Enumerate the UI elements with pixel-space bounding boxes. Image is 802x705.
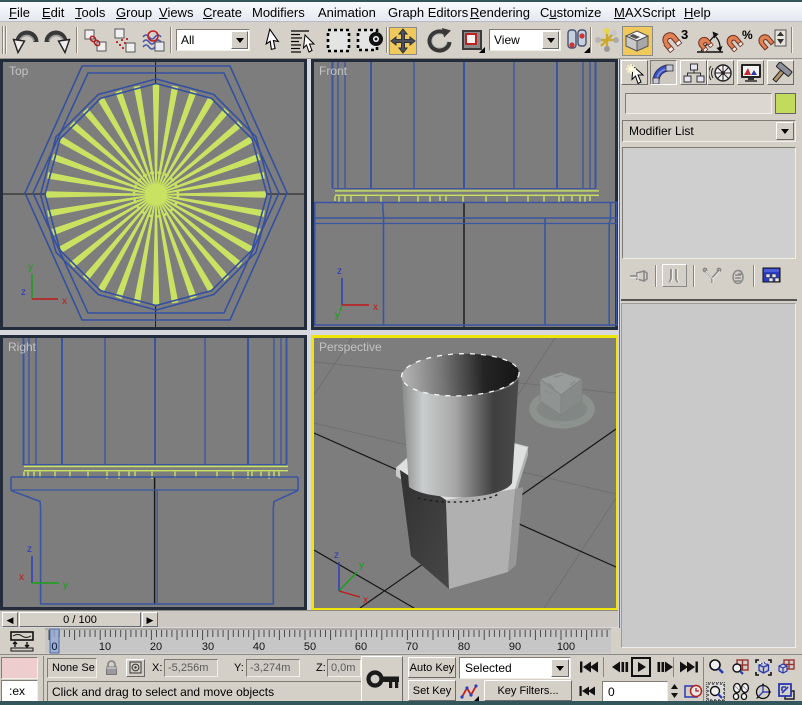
svg-text:%: % bbox=[742, 28, 753, 42]
svg-text:90: 90 bbox=[509, 641, 521, 653]
svg-text:x: x bbox=[19, 572, 24, 583]
svg-text:x: x bbox=[62, 296, 67, 307]
svg-text:x: x bbox=[373, 302, 378, 313]
svg-text:z: z bbox=[337, 266, 342, 277]
svg-text:y: y bbox=[335, 310, 340, 321]
svg-text:20: 20 bbox=[150, 641, 162, 653]
svg-text:Perspective: Perspective bbox=[319, 340, 382, 354]
svg-text:y: y bbox=[28, 262, 33, 273]
svg-text:3: 3 bbox=[681, 27, 688, 42]
svg-text:40: 40 bbox=[253, 641, 265, 653]
svg-text:z: z bbox=[334, 550, 339, 561]
svg-text:x: x bbox=[363, 595, 368, 606]
svg-text:80: 80 bbox=[458, 641, 470, 653]
svg-text:0: 0 bbox=[51, 641, 57, 653]
svg-text:y: y bbox=[359, 560, 364, 571]
svg-text:Top: Top bbox=[9, 64, 29, 78]
svg-text:z: z bbox=[21, 287, 26, 298]
svg-text:Front: Front bbox=[319, 64, 348, 78]
svg-text:z: z bbox=[27, 544, 32, 555]
svg-text:50: 50 bbox=[304, 641, 316, 653]
svg-text:y: y bbox=[63, 580, 68, 591]
svg-text:100: 100 bbox=[557, 641, 575, 653]
svg-text:30: 30 bbox=[202, 641, 214, 653]
svg-text:10: 10 bbox=[99, 641, 111, 653]
svg-text:Right: Right bbox=[8, 340, 37, 354]
svg-text:70: 70 bbox=[406, 641, 418, 653]
svg-text:60: 60 bbox=[355, 641, 367, 653]
